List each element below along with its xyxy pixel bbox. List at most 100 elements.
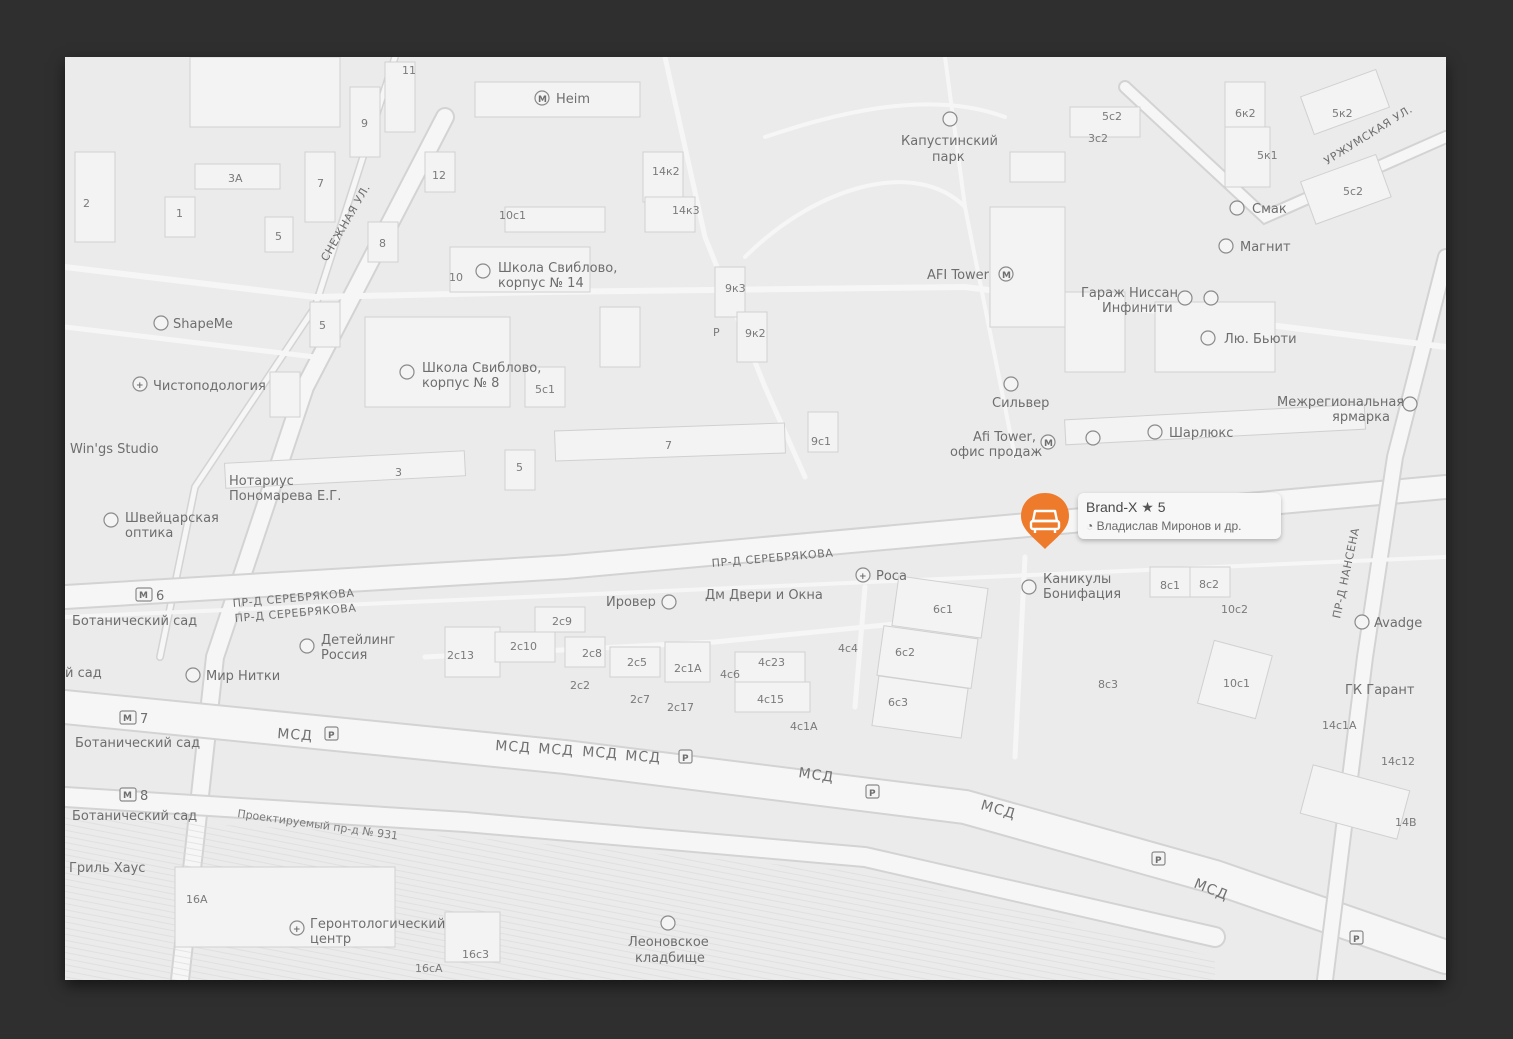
svg-text:М: М: [123, 714, 132, 724]
svg-text:Смак: Смак: [1252, 202, 1287, 217]
svg-text:2с9: 2с9: [552, 615, 572, 628]
svg-text:7: 7: [140, 712, 148, 727]
parking-icon: P: [1151, 851, 1166, 866]
svg-text:5: 5: [516, 461, 523, 474]
person-icon: ◔: [1086, 519, 1094, 533]
poi-smak[interactable]: Смак: [1229, 200, 1287, 217]
place-card[interactable]: Brand-X ★ 5 ◔ Владислав Миронов и др.: [1078, 493, 1281, 539]
svg-text:Гриль Хаус: Гриль Хаус: [69, 861, 145, 876]
msd-label-5: МСД: [625, 748, 662, 766]
svg-text:Шарлюкс: Шарлюкс: [1169, 426, 1233, 441]
svg-text:2с17: 2с17: [667, 701, 694, 714]
poi-grill-house[interactable]: Гриль Хаус: [69, 861, 145, 876]
msd-label-4: МСД: [582, 744, 619, 762]
svg-text:Каникулы: Каникулы: [1043, 572, 1111, 587]
svg-text:5с2: 5с2: [1343, 185, 1363, 198]
svg-text:5к1: 5к1: [1257, 149, 1278, 162]
svg-text:М: М: [1002, 271, 1011, 281]
svg-text:7: 7: [665, 439, 672, 452]
svg-text:14с1А: 14с1А: [1322, 719, 1357, 732]
svg-text:кладбище: кладбище: [635, 951, 705, 966]
place-rating: 5: [1157, 499, 1166, 515]
poi-chistopodologia[interactable]: + Чистоподология: [132, 376, 266, 394]
parking-icon: P: [678, 749, 693, 764]
svg-text:6: 6: [156, 589, 164, 604]
svg-text:5: 5: [319, 319, 326, 332]
svg-text:5с2: 5с2: [1102, 110, 1122, 123]
svg-text:Сильвер: Сильвер: [992, 396, 1049, 411]
svg-text:2с8: 2с8: [582, 647, 602, 660]
svg-text:ShapeMe: ShapeMe: [173, 317, 233, 332]
svg-text:2с2: 2с2: [570, 679, 590, 692]
svg-text:Ботанический сад: Ботанический сад: [72, 614, 197, 629]
place-owner: Владислав Миронов и др.: [1096, 519, 1242, 533]
svg-text:6с2: 6с2: [895, 646, 915, 659]
svg-text:16с3: 16с3: [462, 948, 489, 961]
svg-text:Межрегиональная: Межрегиональная: [1277, 395, 1404, 410]
svg-text:10: 10: [449, 271, 463, 284]
svg-text:4с1А: 4с1А: [790, 720, 818, 733]
svg-text:1: 1: [176, 207, 183, 220]
svg-text:Ировер: Ировер: [606, 595, 656, 610]
svg-text:4с4: 4с4: [838, 642, 858, 655]
poi-rosa[interactable]: + Роса: [855, 567, 907, 584]
place-card-title: Brand-X ★ 5: [1086, 499, 1166, 516]
poi-dm-dveri[interactable]: Дм Двери и Окна: [705, 588, 823, 603]
svg-text:P: P: [682, 754, 689, 764]
svg-text:2с13: 2с13: [447, 649, 474, 662]
svg-text:9: 9: [361, 117, 368, 130]
svg-text:P: P: [869, 789, 876, 799]
svg-text:8с2: 8с2: [1199, 578, 1219, 591]
svg-text:3: 3: [395, 466, 402, 479]
svg-text:2: 2: [83, 197, 90, 210]
car-service-pin[interactable]: [1019, 491, 1071, 553]
svg-text:Школа Свиблово,: Школа Свиблово,: [498, 261, 617, 276]
svg-text:14к2: 14к2: [652, 165, 680, 178]
svg-text:Heim: Heim: [556, 92, 590, 107]
svg-text:11: 11: [402, 64, 416, 77]
place-card-subtitle: ◔ Владислав Миронов и др.: [1086, 519, 1241, 533]
svg-text:М: М: [123, 791, 132, 801]
svg-text:М: М: [1044, 439, 1053, 449]
svg-text:Леоновское: Леоновское: [628, 935, 709, 950]
poi-avadge[interactable]: Avadge: [1354, 614, 1422, 631]
poi-gk-garant[interactable]: ГК Гарант: [1345, 683, 1415, 698]
svg-text:корпус № 14: корпус № 14: [498, 276, 584, 291]
svg-text:М: М: [538, 95, 547, 105]
svg-text:2с1А: 2с1А: [674, 662, 702, 675]
svg-text:14с12: 14с12: [1381, 755, 1415, 768]
svg-text:5к2: 5к2: [1332, 107, 1353, 120]
svg-text:корпус № 8: корпус № 8: [422, 376, 499, 391]
svg-text:Школа Свиблово,: Школа Свиблово,: [422, 361, 541, 376]
svg-text:6к2: 6к2: [1235, 107, 1256, 120]
svg-text:10с2: 10с2: [1221, 603, 1248, 616]
svg-text:P: P: [713, 326, 720, 339]
svg-text:парк: парк: [932, 150, 965, 165]
svg-text:2с7: 2с7: [630, 693, 650, 706]
svg-text:Win'gs Studio: Win'gs Studio: [70, 442, 159, 457]
svg-text:5: 5: [275, 230, 282, 243]
svg-text:Ботанический сад: Ботанический сад: [75, 736, 200, 751]
svg-text:Роса: Роса: [876, 569, 907, 584]
msd-label-1: МСД: [277, 726, 314, 744]
svg-text:оптика: оптика: [125, 526, 173, 541]
svg-text:7: 7: [317, 177, 324, 190]
star-icon: ★: [1141, 499, 1154, 515]
poi-irover[interactable]: Ировер: [606, 594, 677, 610]
station-bot-sad-cut: й сад: [65, 666, 102, 681]
svg-text:+: +: [136, 381, 144, 391]
svg-text:Afi Tower,: Afi Tower,: [973, 430, 1036, 445]
parking-icon: P: [1349, 930, 1364, 945]
svg-text:3А: 3А: [228, 172, 243, 185]
svg-text:Капустинский: Капустинский: [901, 134, 998, 149]
svg-text:P: P: [1353, 935, 1360, 945]
svg-text:Мир Нитки: Мир Нитки: [206, 669, 280, 684]
svg-text:4с23: 4с23: [758, 656, 785, 669]
svg-text:16сА: 16сА: [415, 962, 443, 975]
svg-text:P: P: [1155, 856, 1162, 866]
poi-heim[interactable]: М Heim: [534, 90, 590, 107]
svg-text:9к3: 9к3: [725, 282, 746, 295]
svg-text:14В: 14В: [1395, 816, 1417, 829]
svg-text:офис продаж: офис продаж: [950, 445, 1042, 460]
poi-wings-studio[interactable]: Win'gs Studio: [70, 442, 159, 457]
